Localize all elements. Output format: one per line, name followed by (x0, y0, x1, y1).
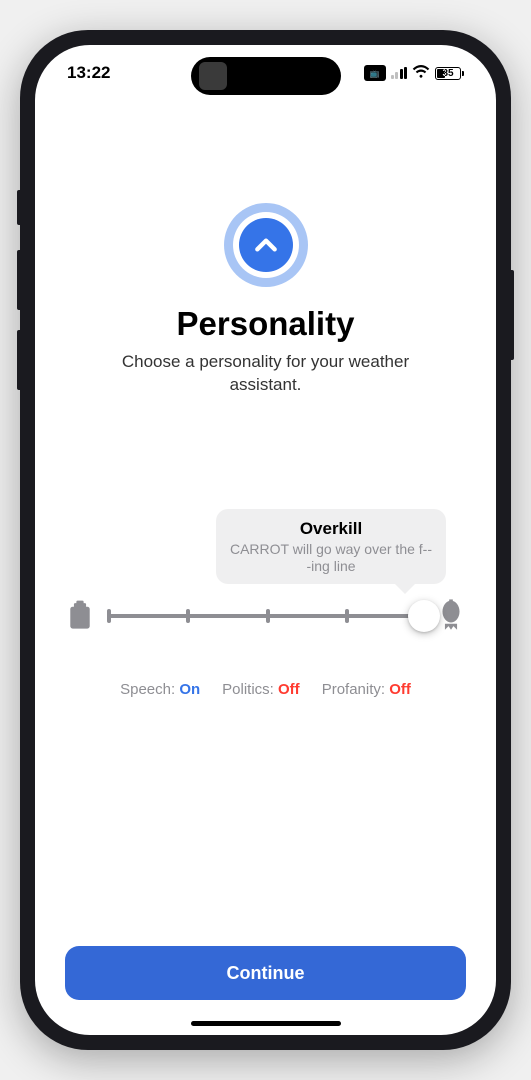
speech-label: Speech: (120, 681, 175, 698)
tooltip-description: CARROT will go way over the f---ing line (228, 541, 434, 575)
continue-button[interactable]: Continue (65, 946, 466, 1000)
tv-indicator-icon: 📺 (364, 65, 386, 81)
tooltip-title: Overkill (228, 519, 434, 539)
profanity-toggle[interactable]: Profanity: Off (322, 681, 411, 698)
screen: 13:22 📺 35 (35, 45, 496, 1035)
island-thumbnail (199, 62, 227, 90)
personality-slider[interactable] (107, 601, 424, 631)
slider-thumb[interactable] (408, 600, 440, 632)
battery-percent: 35 (435, 68, 461, 79)
cellular-signal-icon (391, 67, 408, 79)
speech-value: On (179, 681, 200, 698)
phone-frame: 13:22 📺 35 (20, 30, 511, 1050)
wifi-icon (412, 63, 430, 83)
volume-down (17, 330, 21, 390)
page-title: Personality (65, 305, 466, 343)
slider-tooltip: Overkill CARROT will go way over the f--… (216, 509, 446, 585)
app-icon (224, 203, 308, 287)
page-subtitle: Choose a personality for your weather as… (106, 351, 426, 397)
politics-toggle[interactable]: Politics: Off (222, 681, 300, 698)
overkill-icon (436, 597, 466, 636)
home-indicator[interactable] (191, 1021, 341, 1026)
politics-value: Off (278, 681, 300, 698)
profanity-value: Off (389, 681, 411, 698)
chevron-up-icon (253, 232, 279, 258)
profanity-label: Profanity: (322, 681, 385, 698)
mute-switch (17, 190, 21, 225)
politics-label: Politics: (222, 681, 274, 698)
power-button (510, 270, 514, 360)
status-time: 13:22 (67, 63, 110, 83)
battery-indicator: 35 (435, 67, 464, 80)
volume-up (17, 250, 21, 310)
speech-toggle[interactable]: Speech: On (120, 681, 200, 698)
professional-icon (65, 597, 95, 636)
dynamic-island[interactable] (191, 57, 341, 95)
